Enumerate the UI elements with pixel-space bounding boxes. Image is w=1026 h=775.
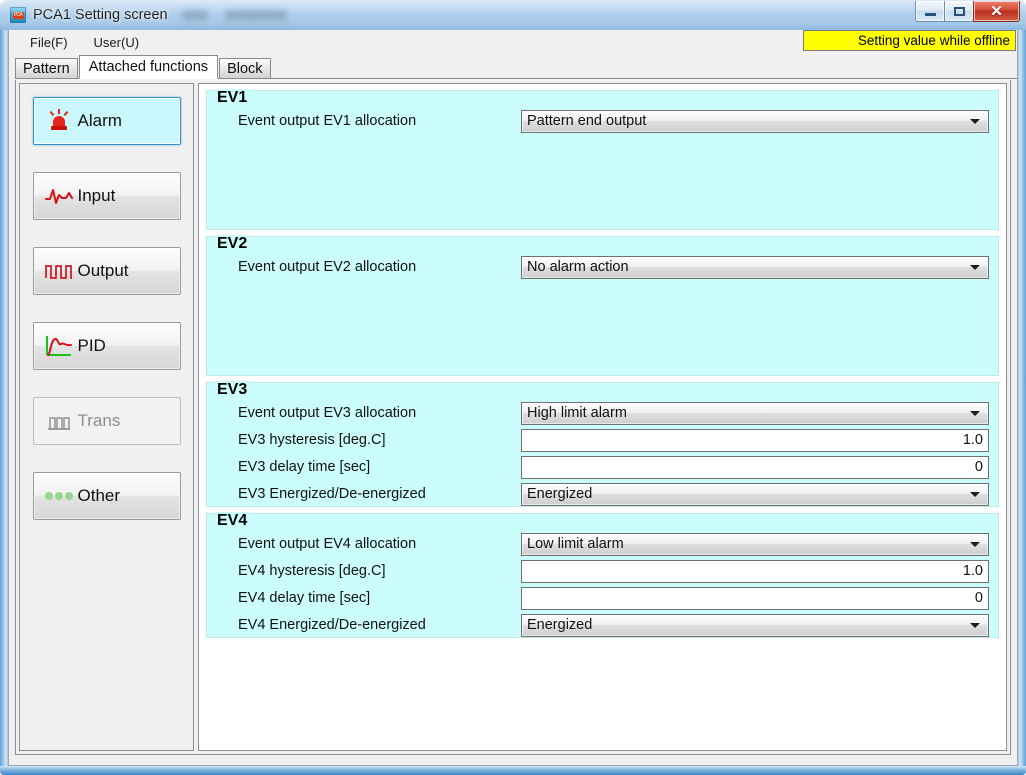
group-legend: EV4 (215, 512, 251, 530)
field-label: EV3 Energized/De-energized (238, 486, 426, 502)
field-row: EV3 hysteresis [deg.C] 1.0 (216, 427, 989, 453)
sidebar-item-pid[interactable]: PID (32, 322, 181, 370)
field-label: EV4 delay time [sec] (238, 590, 371, 606)
settings-panel: EV1 Event output EV1 allocation Pattern … (198, 83, 1007, 751)
sidebar-item-label: Trans (77, 411, 121, 430)
client-area: File(F) User(U) Setting value while offl… (8, 30, 1018, 766)
field-label: Event output EV3 allocation (238, 405, 417, 421)
tab-attached-functions[interactable]: Attached functions (78, 55, 219, 79)
ev4-delay-time-input[interactable]: 0 (521, 586, 989, 610)
field-label: EV3 delay time [sec] (238, 459, 371, 475)
output-pulse-icon (40, 261, 78, 281)
close-icon: ✕ (990, 2, 1003, 20)
menu-item-user[interactable]: User(U) (85, 32, 149, 53)
group-ev2: EV2 Event output EV2 allocation No alarm… (206, 235, 999, 376)
menu-bar: File(F) User(U) Setting value while offl… (9, 30, 1017, 55)
window-border-bottom (0, 766, 1026, 775)
trans-bars-icon (40, 410, 78, 432)
group-legend: EV1 (215, 89, 251, 107)
field-label: EV3 hysteresis [deg.C] (238, 432, 386, 448)
input-waveform-icon (40, 186, 78, 206)
window-controls: ✕ (915, 1, 1020, 22)
group-legend: EV3 (215, 381, 251, 399)
sidebar-item-other[interactable]: Other (32, 472, 181, 520)
sidebar: Alarm Input Output PID Trans Other (19, 83, 194, 751)
field-row: EV4 delay time [sec] 0 (216, 585, 989, 611)
combobox-value: No alarm action (527, 259, 629, 275)
ev3-allocation-combobox[interactable]: High limit alarm (521, 401, 989, 425)
sidebar-item-label: Other (77, 486, 121, 505)
sidebar-item-alarm[interactable]: Alarm (32, 97, 181, 145)
sidebar-item-label: PID (77, 336, 106, 355)
combobox-value: High limit alarm (527, 405, 627, 421)
minimize-button[interactable] (915, 1, 945, 22)
ev4-hysteresis-input[interactable]: 1.0 (521, 559, 989, 583)
window-border-right (1018, 30, 1026, 775)
ev3-energized-combobox[interactable]: Energized (521, 482, 989, 506)
field-row: Event output EV1 allocation Pattern end … (216, 108, 989, 134)
title-bar: PCA PCA1 Setting screen ✕ (0, 0, 1026, 30)
ev1-allocation-combobox[interactable]: Pattern end output (521, 109, 989, 133)
maximize-icon (953, 6, 965, 16)
field-label: Event output EV2 allocation (238, 259, 417, 275)
other-dots-icon (40, 490, 78, 502)
ev3-delay-time-input[interactable]: 0 (521, 455, 989, 479)
maximize-button[interactable] (944, 1, 974, 22)
ev3-hysteresis-input[interactable]: 1.0 (521, 428, 989, 452)
combobox-value: Pattern end output (527, 113, 647, 129)
field-row: EV3 delay time [sec] 0 (216, 454, 989, 480)
ev2-allocation-combobox[interactable]: No alarm action (521, 255, 989, 279)
field-label: Event output EV4 allocation (238, 536, 417, 552)
sidebar-item-label: Input (77, 186, 116, 205)
field-label: EV4 hysteresis [deg.C] (238, 563, 386, 579)
field-row: EV4 hysteresis [deg.C] 1.0 (216, 558, 989, 584)
chevron-down-icon (970, 492, 980, 497)
chevron-down-icon (970, 623, 980, 628)
window-border-left (0, 30, 8, 775)
tab-panel-attached-functions: Alarm Input Output PID Trans Other EV1 E… (15, 80, 1011, 755)
chevron-down-icon (970, 411, 980, 416)
tab-pattern[interactable]: Pattern (15, 58, 78, 78)
combobox-value: Low limit alarm (527, 536, 624, 552)
ev4-allocation-combobox[interactable]: Low limit alarm (521, 532, 989, 556)
close-button[interactable]: ✕ (973, 1, 1020, 22)
sidebar-item-label: Output (77, 261, 129, 280)
sidebar-item-trans[interactable]: Trans (32, 397, 181, 445)
field-row: EV3 Energized/De-energized Energized (216, 481, 989, 507)
field-row: Event output EV2 allocation No alarm act… (216, 254, 989, 280)
chevron-down-icon (970, 119, 980, 124)
sidebar-item-output[interactable]: Output (32, 247, 181, 295)
pid-curve-icon (40, 334, 78, 358)
combobox-value: Energized (527, 617, 593, 633)
sidebar-item-label: Alarm (77, 111, 122, 130)
alarm-icon (40, 108, 78, 134)
status-banner: Setting value while offline (803, 30, 1016, 51)
app-icon: PCA (10, 7, 26, 23)
window-title: PCA1 Setting screen (33, 7, 168, 23)
field-row: EV4 Energized/De-energized Energized (216, 612, 989, 638)
group-ev4: EV4 Event output EV4 allocation Low limi… (206, 512, 999, 638)
field-label: Event output EV1 allocation (238, 113, 417, 129)
field-row: Event output EV3 allocation High limit a… (216, 400, 989, 426)
minimize-icon (924, 12, 936, 16)
tab-strip: Pattern Attached functions Block (15, 55, 1017, 79)
combobox-value: Energized (527, 486, 593, 502)
sidebar-item-input[interactable]: Input (32, 172, 181, 220)
menu-item-file[interactable]: File(F) (21, 32, 77, 53)
group-ev3: EV3 Event output EV3 allocation High lim… (206, 381, 999, 507)
application-window: PCA PCA1 Setting screen ✕ File(F) User(U… (0, 0, 1026, 775)
chevron-down-icon (970, 542, 980, 547)
field-row: Event output EV4 allocation Low limit al… (216, 531, 989, 557)
group-legend: EV2 (215, 235, 251, 253)
title-redacted-text (181, 9, 287, 21)
group-ev1: EV1 Event output EV1 allocation Pattern … (206, 89, 999, 230)
chevron-down-icon (970, 265, 980, 270)
field-label: EV4 Energized/De-energized (238, 617, 426, 633)
tab-block[interactable]: Block (219, 58, 271, 78)
ev4-energized-combobox[interactable]: Energized (521, 613, 989, 637)
